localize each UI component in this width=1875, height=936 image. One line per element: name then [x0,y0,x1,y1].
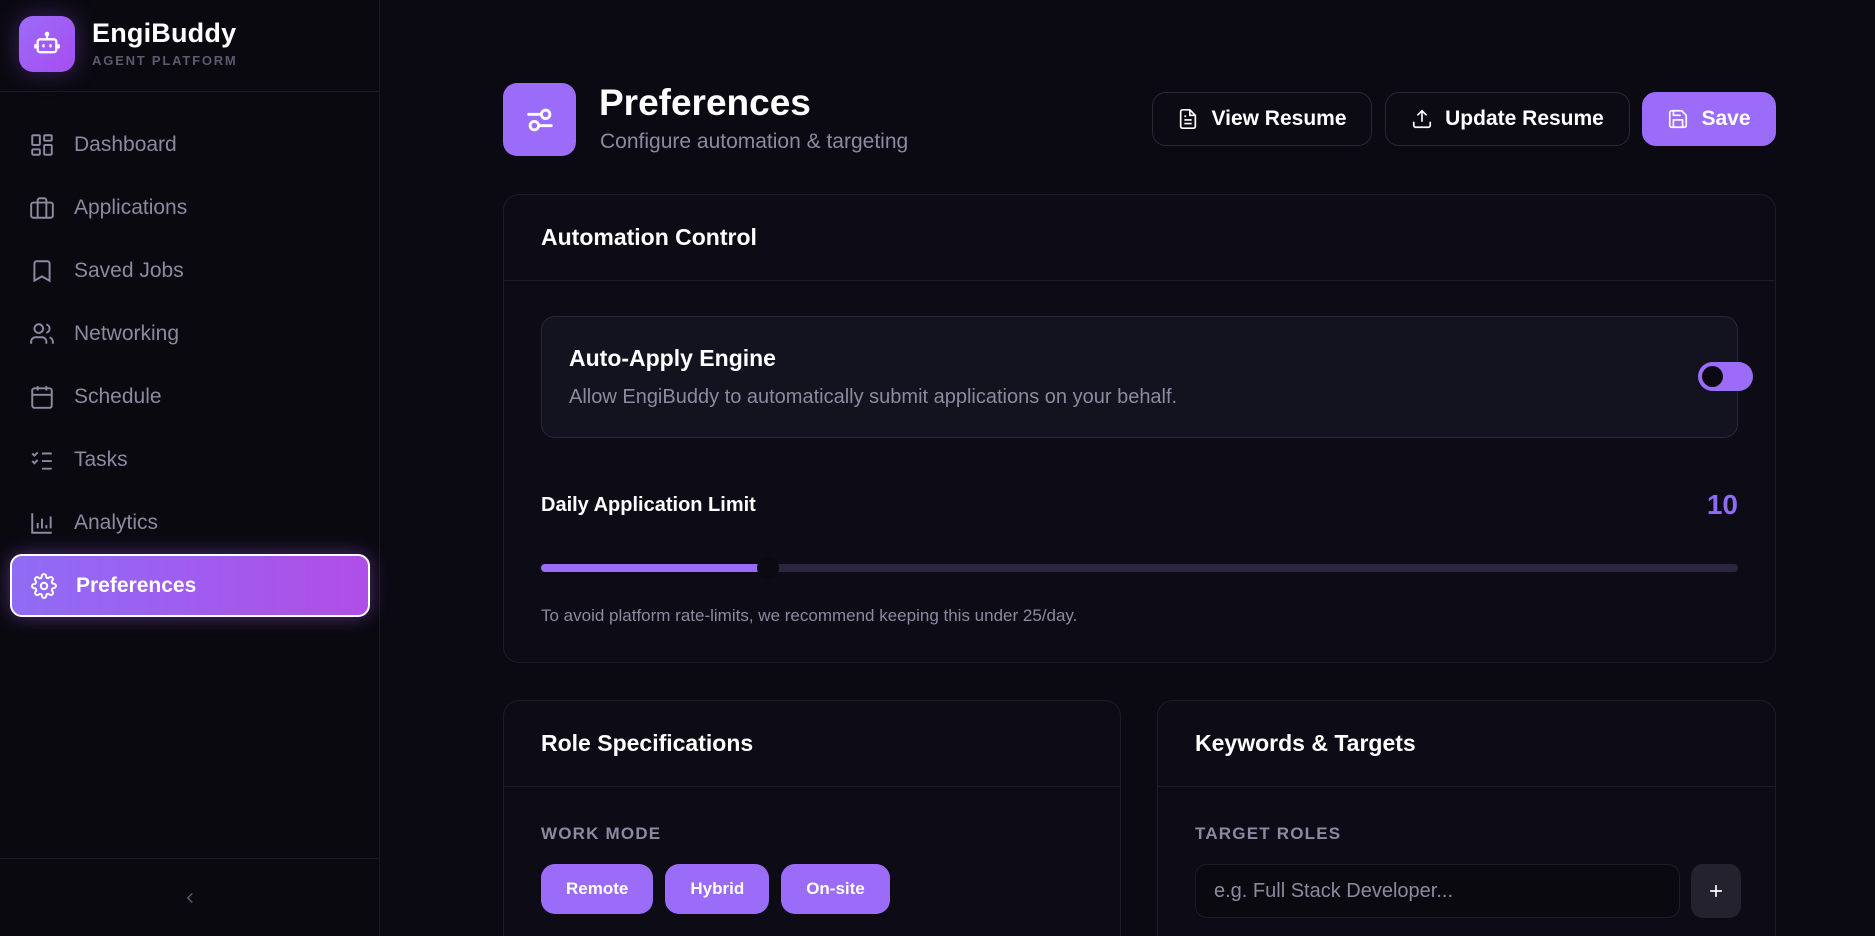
save-icon [1667,108,1689,130]
engine-title: Auto-Apply Engine [569,345,776,371]
card-title: Automation Control [504,195,1775,281]
sidebar-item-label: Dashboard [74,132,177,156]
sidebar-nav: Dashboard Applications Saved Jobs Networ… [0,113,380,617]
update-resume-button[interactable]: Update Resume [1385,92,1630,146]
sidebar-item-label: Networking [74,321,180,345]
target-roles-label: TARGET ROLES [1195,824,1342,843]
bookmark-icon [28,257,56,285]
brand-name: EngiBuddy [92,18,237,48]
work-mode-hybrid-chip[interactable]: Hybrid [665,864,770,914]
sidebar-item-label: Analytics [74,510,159,534]
work-mode-remote-chip[interactable]: Remote [541,864,654,914]
brand-subtitle: AGENT PLATFORM [92,53,238,68]
keywords-targets-card: Keywords & Targets TARGET ROLES [1157,700,1776,936]
sidebar-item-label: Tasks [74,447,128,471]
chart-icon [28,509,56,537]
sidebar-item-preferences[interactable]: Preferences [10,554,370,617]
gear-icon [30,572,58,600]
robot-icon [19,16,75,72]
sidebar-item-tasks[interactable]: Tasks [10,428,370,491]
sidebar-item-label: Saved Jobs [74,258,184,282]
briefcase-icon [28,194,56,222]
sidebar-item-label: Applications [74,195,188,219]
sidebar-footer [0,858,380,936]
sidebar-item-label: Schedule [74,384,162,408]
page-title: Preferences [599,82,811,123]
chevron-left-icon[interactable] [181,889,199,907]
dashboard-icon [28,131,56,159]
target-role-input[interactable] [1195,864,1680,918]
users-icon [28,320,56,348]
save-label: Save [1701,107,1751,130]
card-title: Keywords & Targets [1158,701,1775,787]
sidebar-item-analytics[interactable]: Analytics [10,491,370,554]
slider-thumb[interactable] [757,557,780,579]
tasks-icon [28,446,56,474]
file-icon [1177,108,1199,130]
automation-control-card: Automation Control Auto-Apply Engine All… [503,194,1776,663]
auto-apply-toggle[interactable] [1698,362,1753,391]
rate-limit-hint: To avoid platform rate-limits, we recomm… [541,606,1078,625]
calendar-icon [28,383,56,411]
auto-apply-engine-panel: Auto-Apply Engine Allow EngiBuddy to aut… [541,316,1753,438]
daily-limit-value: 10 [1706,489,1738,520]
sidebar: EngiBuddy AGENT PLATFORM Dashboard Appli… [0,0,380,936]
card-title: Role Specifications [504,701,1120,787]
work-mode-chips: Remote Hybrid On-site [541,864,890,914]
view-resume-label: View Resume [1211,107,1347,130]
role-specifications-card: Role Specifications WORK MODE Remote Hyb… [503,700,1121,936]
daily-limit-label: Daily Application Limit [541,494,756,516]
sidebar-item-saved-jobs[interactable]: Saved Jobs [10,239,370,302]
view-resume-button[interactable]: View Resume [1152,92,1372,146]
toggle-knob [1702,366,1723,387]
save-button[interactable]: Save [1642,92,1776,146]
sidebar-item-label: Preferences [76,573,197,597]
plus-icon [1706,881,1726,901]
engine-description: Allow EngiBuddy to automatically submit … [569,386,1178,408]
work-mode-label: WORK MODE [541,824,662,843]
sidebar-item-schedule[interactable]: Schedule [10,365,370,428]
page-subtitle: Configure automation & targeting [600,130,909,153]
work-mode-onsite-chip[interactable]: On-site [781,864,890,914]
sliders-icon [503,83,576,156]
add-target-role-button[interactable] [1691,864,1741,918]
upload-icon [1411,108,1433,130]
brand-header: EngiBuddy AGENT PLATFORM [0,0,380,92]
sidebar-item-networking[interactable]: Networking [10,302,370,365]
daily-limit-slider[interactable] [541,557,1738,579]
update-resume-label: Update Resume [1445,107,1604,130]
slider-fill [541,564,769,572]
sidebar-item-dashboard[interactable]: Dashboard [10,113,370,176]
sidebar-item-applications[interactable]: Applications [10,176,370,239]
